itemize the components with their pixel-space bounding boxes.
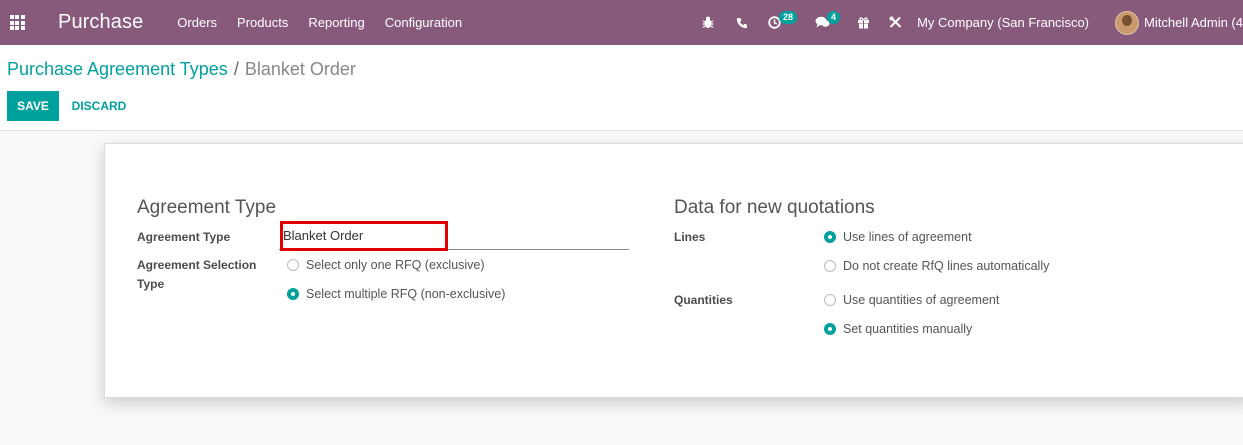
radio-non-exclusive-input[interactable] (287, 288, 299, 300)
save-button[interactable]: SAVE (7, 91, 59, 121)
radio-use-lines[interactable]: Use lines of agreement (824, 230, 972, 244)
radio-set-manually[interactable]: Set quantities manually (824, 322, 972, 336)
company-switcher[interactable]: My Company (San Francisco) (917, 15, 1089, 30)
radio-no-rfq-lines-label: Do not create RfQ lines automatically (843, 259, 1050, 273)
messages-button[interactable]: 4 (814, 11, 843, 31)
tools-button[interactable] (887, 15, 903, 31)
menu-orders[interactable]: Orders (167, 15, 227, 30)
radio-exclusive-input[interactable] (287, 259, 299, 271)
radio-non-exclusive-label: Select multiple RFQ (non-exclusive) (306, 287, 506, 301)
gift-button[interactable] (855, 15, 871, 31)
radio-set-manually-input[interactable] (824, 323, 836, 335)
activity-count-badge: 28 (779, 11, 798, 24)
radio-exclusive[interactable]: Select only one RFQ (exclusive) (287, 258, 485, 272)
breadcrumb-parent[interactable]: Purchase Agreement Types (7, 59, 228, 80)
menu-products[interactable]: Products (227, 15, 298, 30)
radio-use-quantities[interactable]: Use quantities of agreement (824, 293, 999, 307)
breadcrumb-current: Blanket Order (244, 59, 356, 79)
phone-button[interactable] (734, 15, 750, 31)
discard-button[interactable]: DISCARD (66, 91, 132, 121)
app-name[interactable]: Purchase (58, 11, 143, 34)
control-panel: Purchase Agreement Types / Blanket Order… (0, 45, 1243, 131)
agreement-type-input[interactable] (283, 224, 583, 246)
user-menu[interactable]: Mitchell Admin (4 (1115, 10, 1243, 35)
quotation-data-group-title: Data for new quotations (674, 197, 875, 218)
agreement-selection-type-label: Agreement Selection Type (137, 258, 257, 291)
breadcrumb: Purchase Agreement Types / Blanket Order (7, 59, 356, 80)
agreement-type-group-title: Agreement Type (137, 197, 277, 218)
gift-icon (855, 15, 871, 31)
user-name: Mitchell Admin (4 (1144, 15, 1243, 30)
systray: 28 4 My Company (San Francisco) Mitchell… (700, 0, 1243, 45)
radio-use-quantities-label: Use quantities of agreement (843, 293, 1000, 307)
radio-no-rfq-lines-input[interactable] (824, 260, 836, 272)
menu-reporting[interactable]: Reporting (298, 15, 374, 30)
radio-set-manually-label: Set quantities manually (843, 322, 973, 336)
debug-button[interactable] (700, 15, 716, 31)
phone-icon (734, 15, 750, 31)
lines-label: Lines (674, 230, 706, 244)
radio-use-lines-label: Use lines of agreement (843, 230, 972, 244)
menu-configuration[interactable]: Configuration (375, 15, 472, 30)
agreement-type-label: Agreement Type (137, 230, 231, 244)
main-menu: Orders Products Reporting Configuration (167, 15, 472, 30)
avatar (1115, 10, 1140, 35)
message-count-badge: 4 (827, 11, 841, 24)
radio-exclusive-label: Select only one RFQ (exclusive) (306, 258, 485, 272)
radio-non-exclusive[interactable]: Select multiple RFQ (non-exclusive) (287, 287, 505, 301)
apps-menu-button[interactable] (2, 0, 32, 45)
tools-icon (887, 15, 903, 31)
apps-grid-icon (9, 15, 25, 30)
radio-use-lines-input[interactable] (824, 231, 836, 243)
agreement-type-field (279, 220, 629, 250)
quantities-label: Quantities (674, 293, 733, 307)
radio-no-rfq-lines[interactable]: Do not create RfQ lines automatically (824, 259, 1049, 273)
activity-button[interactable]: 28 (766, 11, 800, 31)
breadcrumb-separator: / (233, 59, 239, 79)
top-navbar: Purchase Orders Products Reporting Confi… (0, 0, 1243, 45)
bug-icon (700, 15, 716, 31)
radio-use-quantities-input[interactable] (824, 294, 836, 306)
form-sheet: Agreement Type Agreement Type Agreement … (104, 143, 1243, 398)
